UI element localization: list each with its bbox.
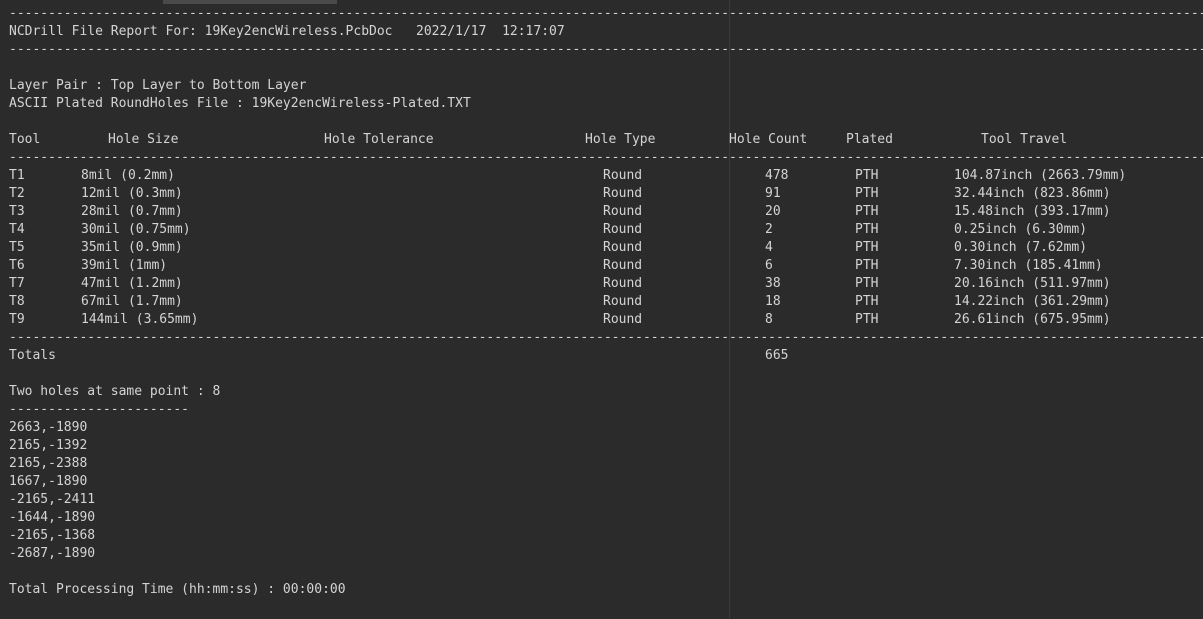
plated: PTH xyxy=(855,222,879,237)
column-header-hole-size: Hole Size xyxy=(108,132,179,147)
hole-size: 144mil (3.65mm) xyxy=(81,312,199,327)
table-row: T4 30mil (0.75mm) Round 2 PTH 0.25inch (… xyxy=(9,221,1203,239)
column-header-tool-travel: Tool Travel xyxy=(981,132,1068,147)
hole-size: 28mil (0.7mm) xyxy=(81,204,183,219)
plated: PTH xyxy=(855,276,879,291)
hole-size: 47mil (1.2mm) xyxy=(81,276,183,291)
same-point-underline: ----------------------- xyxy=(9,402,190,417)
coordinate-line: -2165,-1368 xyxy=(9,528,96,543)
totals-row: Totals 665 xyxy=(9,347,1203,365)
table-row: T5 35mil (0.9mm) Round 4 PTH 0.30inch (7… xyxy=(9,239,1203,257)
hole-count: 6 xyxy=(765,258,773,273)
plated: PTH xyxy=(855,204,879,219)
plated: PTH xyxy=(855,294,879,309)
tool-travel: 7.30inch (185.41mm) xyxy=(954,258,1103,273)
separator-line: ----------------------------------------… xyxy=(9,42,1203,57)
coordinate-line: -2687,-1890 xyxy=(9,546,96,561)
tool-travel: 0.30inch (7.62mm) xyxy=(954,240,1088,255)
column-header-row: Tool Hole Size Hole Tolerance Hole Type … xyxy=(9,131,1203,149)
report-text: ----------------------------------------… xyxy=(9,5,1203,599)
tool-travel: 14.22inch (361.29mm) xyxy=(954,294,1111,309)
coordinate-line: 2663,-1890 xyxy=(9,420,88,435)
tool-travel: 26.61inch (675.95mm) xyxy=(954,312,1111,327)
hole-type: Round xyxy=(603,204,643,219)
tool-id: T6 xyxy=(9,258,25,273)
same-point-heading: Two holes at same point : 8 xyxy=(9,384,221,399)
file-name-line: ASCII Plated RoundHoles File : 19Key2enc… xyxy=(9,96,471,111)
hole-type: Round xyxy=(603,294,643,309)
hole-size: 67mil (1.7mm) xyxy=(81,294,183,309)
column-header-tool: Tool xyxy=(9,132,41,147)
tool-travel: 32.44inch (823.86mm) xyxy=(954,186,1111,201)
tool-id: T3 xyxy=(9,204,25,219)
tool-id: T2 xyxy=(9,186,25,201)
totals-count: 665 xyxy=(765,348,789,363)
table-row: T2 12mil (0.3mm) Round 91 PTH 32.44inch … xyxy=(9,185,1203,203)
hole-type: Round xyxy=(603,276,643,291)
tool-id: T4 xyxy=(9,222,25,237)
tool-travel: 20.16inch (511.97mm) xyxy=(954,276,1111,291)
hole-type: Round xyxy=(603,240,643,255)
hole-count: 478 xyxy=(765,168,789,183)
hole-size: 30mil (0.75mm) xyxy=(81,222,191,237)
column-header-hole-count: Hole Count xyxy=(729,132,808,147)
hole-type: Round xyxy=(603,186,643,201)
hole-count: 8 xyxy=(765,312,773,327)
tool-id: T7 xyxy=(9,276,25,291)
column-header-plated: Plated xyxy=(846,132,893,147)
table-row: T1 8mil (0.2mm) Round 478 PTH 104.87inch… xyxy=(9,167,1203,185)
plated: PTH xyxy=(855,168,879,183)
separator-line: ----------------------------------------… xyxy=(9,150,1203,165)
processing-time-line: Total Processing Time (hh:mm:ss) : 00:00… xyxy=(9,582,346,597)
horizontal-scrollbar-thumb[interactable] xyxy=(163,0,337,4)
coordinate-line: -1644,-1890 xyxy=(9,510,96,525)
hole-size: 35mil (0.9mm) xyxy=(81,240,183,255)
plated: PTH xyxy=(855,312,879,327)
tool-id: T1 xyxy=(9,168,25,183)
table-row: T6 39mil (1mm) Round 6 PTH 7.30inch (185… xyxy=(9,257,1203,275)
layer-pair-line: Layer Pair : Top Layer to Bottom Layer xyxy=(9,78,307,93)
table-row: T7 47mil (1.2mm) Round 38 PTH 20.16inch … xyxy=(9,275,1203,293)
tool-id: T8 xyxy=(9,294,25,309)
hole-count: 18 xyxy=(765,294,781,309)
plated: PTH xyxy=(855,186,879,201)
hole-type: Round xyxy=(603,222,643,237)
tool-id: T5 xyxy=(9,240,25,255)
plated: PTH xyxy=(855,258,879,273)
column-header-hole-tolerance: Hole Tolerance xyxy=(324,132,434,147)
hole-count: 20 xyxy=(765,204,781,219)
coordinate-line: 2165,-2388 xyxy=(9,456,88,471)
table-row: T8 67mil (1.7mm) Round 18 PTH 14.22inch … xyxy=(9,293,1203,311)
report-header: NCDrill File Report For: 19Key2encWirele… xyxy=(9,24,565,39)
tool-id: T9 xyxy=(9,312,25,327)
hole-count: 2 xyxy=(765,222,773,237)
hole-count: 91 xyxy=(765,186,781,201)
coordinate-line: 1667,-1890 xyxy=(9,474,88,489)
separator-line: ----------------------------------------… xyxy=(9,6,1203,21)
hole-type: Round xyxy=(603,258,643,273)
hole-count: 38 xyxy=(765,276,781,291)
hole-type: Round xyxy=(603,312,643,327)
tool-travel: 104.87inch (2663.79mm) xyxy=(954,168,1127,183)
table-row: T9 144mil (3.65mm) Round 8 PTH 26.61inch… xyxy=(9,311,1203,329)
column-header-hole-type: Hole Type xyxy=(585,132,656,147)
table-row: T3 28mil (0.7mm) Round 20 PTH 15.48inch … xyxy=(9,203,1203,221)
hole-size: 39mil (1mm) xyxy=(81,258,168,273)
totals-label: Totals xyxy=(9,348,56,363)
plated: PTH xyxy=(855,240,879,255)
hole-type: Round xyxy=(603,168,643,183)
hole-size: 8mil (0.2mm) xyxy=(81,168,175,183)
hole-count: 4 xyxy=(765,240,773,255)
coordinate-line: 2165,-1392 xyxy=(9,438,88,453)
hole-size: 12mil (0.3mm) xyxy=(81,186,183,201)
tool-travel: 15.48inch (393.17mm) xyxy=(954,204,1111,219)
separator-line: ----------------------------------------… xyxy=(9,330,1203,345)
coordinate-line: -2165,-2411 xyxy=(9,492,96,507)
tool-travel: 0.25inch (6.30mm) xyxy=(954,222,1088,237)
text-editor[interactable]: ----------------------------------------… xyxy=(0,0,1203,619)
